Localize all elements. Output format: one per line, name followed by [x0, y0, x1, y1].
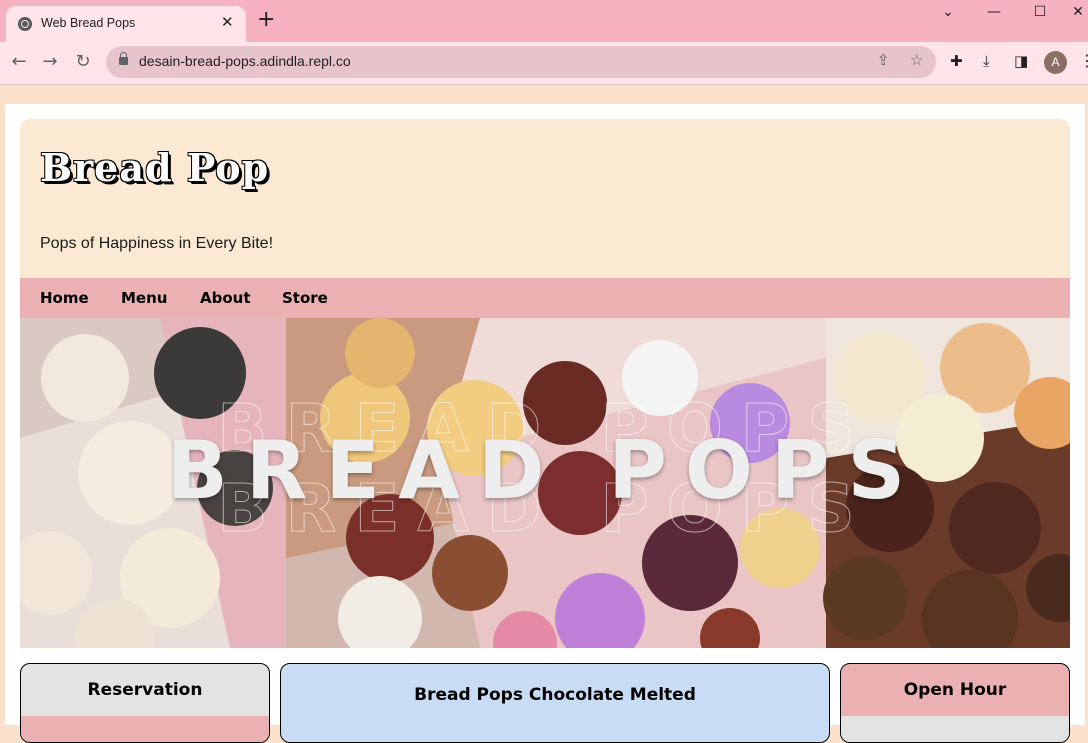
download-icon[interactable]: ⤓ [983, 52, 990, 70]
menu-kebab-icon[interactable]: ⋮ [1079, 51, 1088, 70]
site-title: Bread Pop [40, 145, 270, 190]
main-nav: Home Menu About Store [20, 278, 1070, 318]
nav-home[interactable]: Home [40, 289, 89, 307]
extensions-puzzle-icon[interactable]: ✚ [950, 52, 963, 70]
hero-banner: BREAD POPS BREAD POPS BREAD POPS [20, 318, 1070, 648]
back-arrow-icon[interactable]: ← [8, 51, 30, 73]
banner-title: BREAD POPS [166, 424, 924, 517]
tab-title: Web Bread Pops [41, 16, 136, 30]
browser-tab[interactable]: Web Bread Pops ✕ [6, 6, 246, 42]
minimize-button[interactable]: — [979, 4, 1009, 24]
nav-store[interactable]: Store [282, 289, 328, 307]
globe-icon [18, 17, 32, 31]
open-hour-title: Open Hour [903, 680, 1007, 700]
product-title: Bread Pops Chocolate Melted [414, 685, 696, 705]
maximize-button[interactable]: ☐ [1025, 4, 1055, 24]
product-card: Bread Pops Chocolate Melted [280, 663, 830, 743]
close-window-button[interactable]: ✕ [1063, 4, 1088, 24]
profile-avatar[interactable]: A [1044, 51, 1067, 74]
address-bar[interactable]: desain-bread-pops.adindla.repl.co ⇪ ☆ [106, 46, 936, 78]
url-text[interactable]: desain-bread-pops.adindla.repl.co [139, 53, 351, 69]
nav-menu[interactable]: Menu [121, 289, 167, 307]
site-tagline: Pops of Happiness in Every Bite! [40, 235, 274, 252]
nav-about[interactable]: About [200, 289, 251, 307]
new-tab-button[interactable]: + [257, 9, 275, 31]
reservation-card-strip [21, 716, 269, 742]
reservation-title: Reservation [87, 680, 203, 700]
site-header: Bread Pop Pops of Happiness in Every Bit… [20, 119, 1070, 278]
forward-arrow-icon[interactable]: → [39, 51, 61, 73]
browser-tab-strip: Web Bread Pops ✕ + ⌄ — ☐ ✕ [0, 0, 1088, 42]
share-icon[interactable]: ⇪ [877, 51, 890, 69]
bookmark-star-icon[interactable]: ☆ [910, 51, 923, 69]
tab-search-icon[interactable]: ⌄ [933, 4, 963, 24]
side-panel-icon[interactable]: ◨ [1014, 52, 1028, 70]
browser-toolbar: ← → ↻ desain-bread-pops.adindla.repl.co … [0, 42, 1088, 85]
lock-icon [119, 52, 128, 65]
page-content: Bread Pop Pops of Happiness in Every Bit… [5, 104, 1085, 743]
close-tab-icon[interactable]: ✕ [221, 13, 234, 31]
open-hour-card-strip [841, 716, 1069, 742]
reservation-card: Reservation [20, 663, 270, 743]
reload-icon[interactable]: ↻ [72, 51, 94, 73]
open-hour-card: Open Hour [840, 663, 1070, 743]
